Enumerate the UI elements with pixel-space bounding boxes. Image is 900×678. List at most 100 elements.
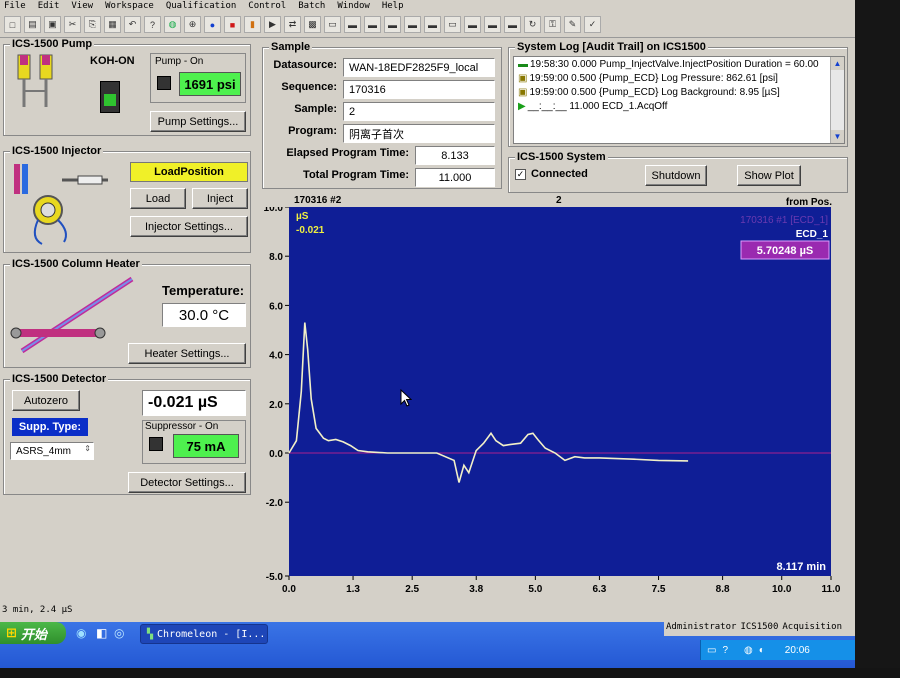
detector-settings-button[interactable]: Detector Settings... — [128, 472, 246, 493]
quicklaunch-ie-icon[interactable]: ◉ — [76, 626, 86, 640]
volume-icon[interactable]: ◐ — [759, 645, 765, 656]
cut-icon[interactable]: ✂ — [64, 16, 81, 33]
autozero-button[interactable]: Autozero — [12, 390, 80, 411]
layout3-icon[interactable]: ▬ — [364, 16, 381, 33]
spinner-icon[interactable]: ⇕ — [84, 444, 91, 453]
exchange-icon[interactable]: ⇄ — [284, 16, 301, 33]
shutdown-button[interactable]: Shutdown — [645, 165, 707, 186]
new-icon[interactable]: □ — [4, 16, 21, 33]
copy-icon[interactable]: ⎘ — [84, 16, 101, 33]
system-tray: ▭ ? ◍ ◐ 20:06 — [700, 640, 855, 660]
datasource-field[interactable]: WAN-18EDF2825F9_local — [343, 58, 495, 77]
layout6-icon[interactable]: ▬ — [424, 16, 441, 33]
menu-qualification[interactable]: Qualification — [166, 1, 236, 11]
connected-checkbox[interactable]: ✓ — [515, 169, 526, 180]
network-icon[interactable]: ▩ — [304, 16, 321, 33]
layout8-icon[interactable]: ▬ — [464, 16, 481, 33]
detector-title: ICS-1500 Detector — [10, 373, 109, 385]
tray-help-icon[interactable]: ? — [722, 645, 728, 656]
wrench-icon[interactable]: ✓ — [584, 16, 601, 33]
suppressor-box: Suppressor - On 75 mA — [142, 420, 246, 464]
user-pane: Administrator — [666, 622, 737, 632]
menu-file[interactable]: File — [4, 1, 26, 11]
elapsed-time-field: 8.133 — [415, 146, 495, 165]
chromatogram-chart[interactable]: 10.08.06.04.02.00.0-2.0-5.00.0 1.3 2.5 3.8 5… — [256, 207, 852, 603]
y-tick-label: 10.0 — [264, 207, 284, 214]
x-tick-label: 8.8 — [716, 584, 730, 595]
paste-icon[interactable]: ▦ — [104, 16, 121, 33]
scroll-up-icon[interactable]: ▲ — [831, 57, 844, 70]
undo-icon[interactable]: ↶ — [124, 16, 141, 33]
start-button[interactable]: ⊞ 开始 — [0, 622, 66, 644]
show-plot-button[interactable]: Show Plot — [737, 165, 801, 186]
injector-panel: ICS-1500 Injector LoadPosition Load Inje… — [3, 145, 251, 253]
log-entry: ▣ 19:59:00 0.500 {Pump_ECD} Log Pressure:… — [518, 73, 778, 84]
syringe-icon[interactable]: ⊕ — [184, 16, 201, 33]
sequence-field[interactable]: 170316 — [343, 80, 495, 99]
scroll-down-icon[interactable]: ▼ — [831, 130, 844, 143]
lock-icon[interactable]: ⚿ — [544, 16, 561, 33]
chromatogram-area: 170316 #2 2 from Pos. 10.0 8.0 6.0 4.0 2.0 0.… — [256, 193, 852, 603]
menu-batch[interactable]: Batch — [298, 1, 325, 11]
pause-icon[interactable]: ▮ — [244, 16, 261, 33]
probe-icon[interactable]: ◍ — [164, 16, 181, 33]
column-heater-illustration — [10, 276, 134, 354]
layout10-icon[interactable]: ▬ — [504, 16, 521, 33]
supp-type-value: ASRS_4mm — [16, 445, 72, 457]
system-log-list[interactable]: ▬ 19:58:30 0.000 Pump_InjectValve.InjectP… — [513, 56, 845, 144]
quicklaunch-desktop-icon[interactable]: ◧ — [96, 626, 107, 640]
injector-valve-illustration — [14, 164, 108, 245]
injector-title: ICS-1500 Injector — [10, 145, 104, 157]
refresh-icon[interactable]: ↻ — [524, 16, 541, 33]
taskbar-window-button[interactable]: ▚ Chromeleon - [I... — [140, 624, 268, 644]
ics-system-title: ICS-1500 System — [515, 151, 608, 163]
detector-panel: ICS-1500 Detector Autozero Supp. Type: A… — [3, 373, 251, 495]
cursor-coordinates: 3 min, 2.4 µS — [2, 605, 73, 615]
network-tray-icon[interactable]: ◍ — [744, 645, 753, 656]
quicklaunch-media-icon[interactable]: ◎ — [114, 626, 124, 640]
layout4-icon[interactable]: ▬ — [384, 16, 401, 33]
help-icon[interactable]: ? — [144, 16, 161, 33]
layout2-icon[interactable]: ▬ — [344, 16, 361, 33]
pump-pressure-display: 1691 psi — [179, 72, 241, 96]
layout9-icon[interactable]: ▬ — [484, 16, 501, 33]
record-icon[interactable]: ● — [204, 16, 221, 33]
open-icon[interactable]: ▤ — [24, 16, 41, 33]
heater-title: ICS-1500 Column Heater — [10, 258, 142, 270]
pump-panel: ICS-1500 Pump KOH-ON Pump - On 1691 psi … — [3, 38, 251, 136]
heater-settings-button[interactable]: Heater Settings... — [128, 343, 246, 364]
tool-icon[interactable]: ✎ — [564, 16, 581, 33]
system-log-panel: System Log [Audit Trail] on ICS1500 ▬ 19:… — [508, 41, 848, 147]
inject-button[interactable]: Inject — [192, 188, 248, 209]
log-entry: ▬ 19:58:30 0.000 Pump_InjectValve.InjectP… — [518, 59, 819, 70]
load-button[interactable]: Load — [130, 188, 186, 209]
status-panes: Administrator ICS1500 Acquisition — [664, 622, 855, 636]
log-scrollbar[interactable]: ▲ ▼ — [830, 57, 844, 143]
pump-settings-button[interactable]: Pump Settings... — [150, 111, 246, 132]
program-label: Program: — [288, 125, 337, 137]
layout7-icon[interactable]: ▭ — [444, 16, 461, 33]
suppressor-indicator-icon — [149, 437, 163, 451]
menu-window[interactable]: Window — [337, 1, 370, 11]
heater-panel: ICS-1500 Column Heater Temperature: 30.0… — [3, 258, 251, 368]
detector-value-display: -0.021 µS — [142, 390, 246, 416]
log-entry-icon: ▣ — [518, 87, 528, 98]
layout1-icon[interactable]: ▭ — [324, 16, 341, 33]
save-icon[interactable]: ▣ — [44, 16, 61, 33]
sequence-label: Sequence: — [281, 81, 337, 93]
sample-field[interactable]: 2 — [343, 102, 495, 121]
program-field[interactable]: 阴离子首次 — [343, 124, 495, 143]
supp-type-select[interactable]: ASRS_4mm ⇕ — [10, 442, 94, 460]
menu-control[interactable]: Control — [248, 1, 286, 11]
log-entry: ▶ __:__:__ 11.000 ECD_1.AcqOff — [518, 101, 668, 112]
status-bar: 3 min, 2.4 µS — [0, 604, 855, 618]
menu-help[interactable]: Help — [382, 1, 404, 11]
layout5-icon[interactable]: ▬ — [404, 16, 421, 33]
menu-workspace[interactable]: Workspace — [105, 1, 154, 11]
menu-view[interactable]: View — [71, 1, 93, 11]
stop-icon[interactable]: ■ — [224, 16, 241, 33]
injector-settings-button[interactable]: Injector Settings... — [130, 216, 248, 237]
keyboard-icon[interactable]: ▭ — [707, 645, 716, 656]
menu-edit[interactable]: Edit — [38, 1, 60, 11]
play-icon[interactable]: ▶ — [264, 16, 281, 33]
